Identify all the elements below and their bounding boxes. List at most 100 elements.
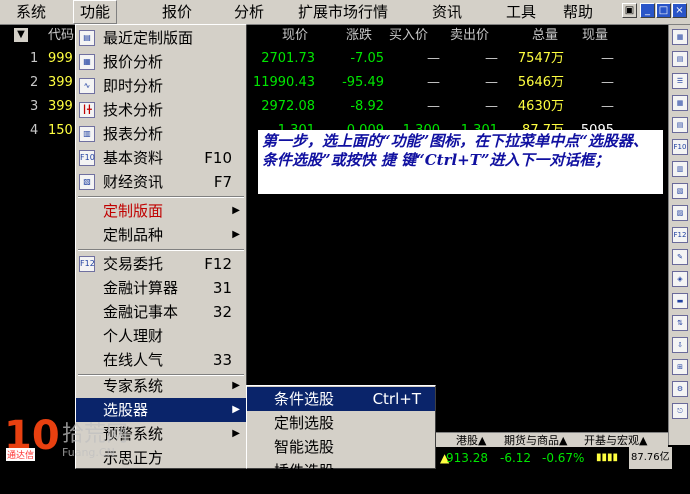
row-code: 399: [48, 99, 73, 114]
menu-extended-market[interactable]: 扩展市场行情: [292, 0, 394, 24]
menu-function[interactable]: 功能: [73, 0, 118, 24]
candle-icon: ┃╋: [79, 102, 95, 118]
win-restore-icon[interactable]: ▣: [622, 3, 637, 18]
row-index: 2: [30, 75, 39, 90]
col-header-change[interactable]: 涨跌: [346, 27, 372, 45]
row-volume: 7547万: [517, 51, 564, 66]
menu-item-trade-order[interactable]: F12 交易委托 F12: [76, 252, 246, 276]
line-chart-icon: ∿: [79, 78, 95, 94]
table-icon[interactable]: ▤: [672, 51, 688, 67]
news-icon[interactable]: ▥: [672, 161, 688, 177]
chart-icon[interactable]: ▨: [672, 205, 688, 221]
layout-icon: ▤: [79, 30, 95, 46]
row-price: 2972.08: [261, 99, 315, 114]
submenu-arrow-icon: ▶: [232, 229, 240, 240]
status-percent: -0.67%: [542, 451, 585, 465]
maximize-button[interactable]: □: [656, 3, 671, 18]
f10-icon[interactable]: F10: [672, 139, 688, 155]
status-amount: 87.76亿: [629, 447, 672, 469]
export-icon[interactable]: ⇩: [672, 337, 688, 353]
f12-icon[interactable]: F12: [672, 227, 688, 243]
menu-item-finance-news[interactable]: ▧ 财经资讯 F7: [76, 170, 246, 194]
row-code: 150: [48, 123, 73, 138]
row-change: -8.92: [350, 99, 384, 114]
row-code: 999: [48, 51, 73, 66]
calculator-icon[interactable]: ⊞: [672, 359, 688, 375]
minimize-button[interactable]: _: [640, 3, 655, 18]
menu-help[interactable]: 帮助: [557, 0, 599, 24]
submenu-arrow-icon: ▶: [232, 404, 240, 415]
menu-item-quote-analysis[interactable]: ▦ 报价分析: [76, 50, 246, 74]
exit-icon[interactable]: ⎋: [672, 403, 688, 419]
row-bid: —: [427, 99, 440, 114]
status-bars-icon: ▮▮▮▮: [596, 452, 619, 463]
row-current: —: [601, 75, 614, 90]
settings-icon[interactable]: ⚙: [672, 381, 688, 397]
block-icon[interactable]: ◈: [672, 271, 688, 287]
menu-tools[interactable]: 工具: [500, 0, 542, 24]
ruler-icon[interactable]: ▬: [672, 293, 688, 309]
tab-futures-commodities[interactable]: 期货与商品▲: [504, 433, 567, 448]
menu-item-notebook[interactable]: 金融记事本 32: [76, 300, 246, 324]
row-change: -95.49: [342, 75, 384, 90]
submenu-arrow-icon: ▶: [232, 428, 240, 439]
report-icon: ▥: [79, 126, 95, 142]
col-header-price[interactable]: 现价: [282, 27, 308, 45]
row-ask: —: [485, 51, 498, 66]
col-header-current[interactable]: 现量: [582, 27, 608, 45]
menu-item-custom-layout[interactable]: 定制版面 ▶: [76, 199, 246, 223]
watermark-site: 拾荒网: [62, 422, 129, 447]
submenu-item-smart-picker[interactable]: 智能选股: [247, 435, 435, 459]
right-toolbar: ▦ ▤ ☰ ▦ ▤ F10 ▥ ▧ ▨ F12 ✎ ◈ ▬ ⇅ ⇩ ⊞ ⚙ ⎋: [668, 25, 690, 445]
f12-icon: F12: [79, 256, 95, 272]
report-icon[interactable]: ▤: [672, 117, 688, 133]
menu-item-basic-info[interactable]: F10 基本资料 F10: [76, 146, 246, 170]
row-current: —: [601, 99, 614, 114]
spreadsheet-icon[interactable]: ▦: [672, 95, 688, 111]
tab-hk-stocks[interactable]: 港股▲: [456, 433, 486, 448]
watermark-tag: 通达信: [6, 448, 36, 461]
close-button[interactable]: ×: [672, 3, 687, 18]
menu-item-technical-analysis[interactable]: ┃╋ 技术分析: [76, 98, 246, 122]
site-watermark-logo: 10 拾荒网 Fuang.CN 通达信: [4, 412, 134, 469]
row-bid: —: [427, 51, 440, 66]
row-ask: —: [485, 75, 498, 90]
menu-item-sector-panorama[interactable]: 板块全景图: [76, 470, 246, 494]
grid-icon[interactable]: ▦: [672, 29, 688, 45]
submenu-arrow-icon: ▶: [232, 380, 240, 391]
col-header-volume[interactable]: 总量: [532, 27, 558, 45]
menu-separator: [78, 249, 244, 251]
quote-icon: ▦: [79, 54, 95, 70]
row-current: —: [601, 51, 614, 66]
submenu-item-plugin-picker[interactable]: 插件选股: [247, 459, 435, 483]
menu-item-personal-finance[interactable]: 个人理财: [76, 324, 246, 348]
menu-item-recent-layout[interactable]: ▤ 最近定制版面: [76, 26, 246, 50]
list-icon[interactable]: ☰: [672, 73, 688, 89]
document-icon[interactable]: ▧: [672, 183, 688, 199]
sort-marker-icon[interactable]: ▼: [14, 28, 28, 42]
menu-item-expert-system-row[interactable]: 专家系统 ▶: [76, 374, 246, 398]
menu-analysis[interactable]: 分析: [228, 0, 270, 24]
menu-item-realtime-analysis[interactable]: ∿ 即时分析: [76, 74, 246, 98]
menu-item-report-analysis[interactable]: ▥ 报表分析: [76, 122, 246, 146]
watermark-domain: Fuang.CN: [62, 446, 115, 459]
menu-item-calculator[interactable]: 金融计算器 31: [76, 276, 246, 300]
submenu-item-condition-picker[interactable]: 条件选股 Ctrl+T: [247, 387, 435, 411]
status-bar: ▲ 913.28 -6.12 -0.67% ▮▮▮▮ 87.76亿: [436, 447, 690, 469]
col-header-ask[interactable]: 卖出价: [450, 27, 489, 45]
menu-item-custom-varieties[interactable]: 定制品种 ▶: [76, 223, 246, 247]
menu-bar: 系统 功能 报价 分析 扩展市场行情 资讯 工具 帮助 ▣ _ □ ×: [0, 0, 690, 25]
menu-news[interactable]: 资讯: [426, 0, 468, 24]
filter-icon[interactable]: ⇅: [672, 315, 688, 331]
row-index: 3: [30, 99, 39, 114]
col-header-code[interactable]: 代码: [48, 27, 74, 45]
submenu-item-custom-picker[interactable]: 定制选股: [247, 411, 435, 435]
row-index: 1: [30, 51, 39, 66]
menu-quote[interactable]: 报价: [156, 0, 198, 24]
menu-system[interactable]: 系统: [10, 0, 52, 24]
row-ask: —: [485, 99, 498, 114]
instruction-note: 第一步，选上面的“功能”图标，在下拉菜单中点“选股器、条件选股”或按快 捷 键“…: [258, 130, 663, 194]
pen-icon[interactable]: ✎: [672, 249, 688, 265]
tab-funds-macro[interactable]: 开基与宏观▲: [584, 433, 647, 448]
col-header-bid[interactable]: 买入价: [389, 27, 428, 45]
